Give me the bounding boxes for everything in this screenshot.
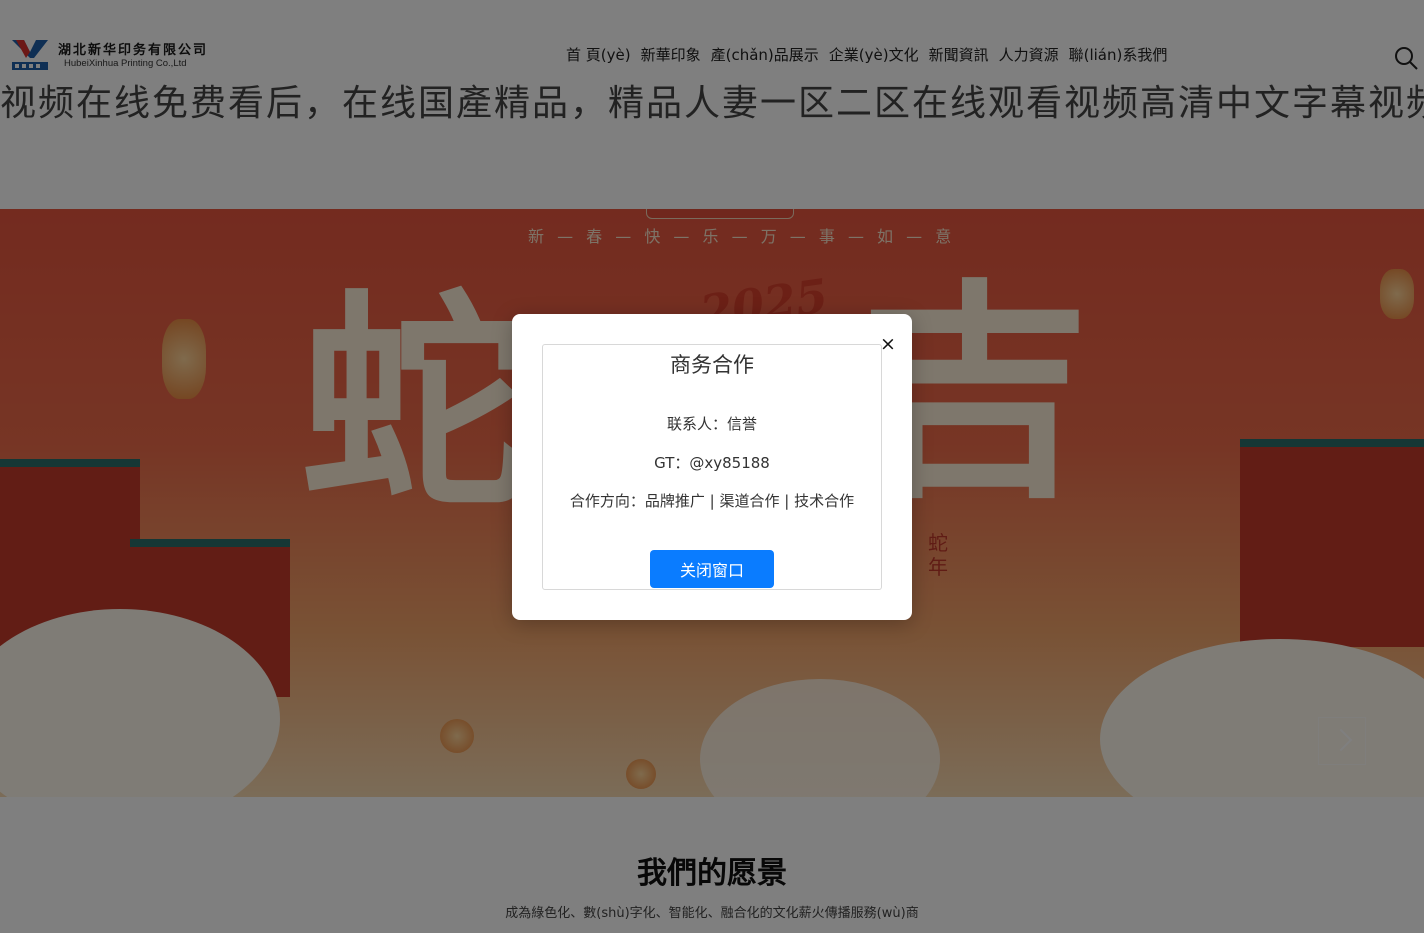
modal-gt-handle: GT：@xy85188	[654, 454, 770, 472]
modal-title: 商务合作	[670, 353, 754, 377]
business-cooperation-modal: × 商务合作 联系人：信誉 GT：@xy85188 合作方向：品牌推广 | 渠道…	[512, 314, 912, 620]
modal-cooperation-direction: 合作方向：品牌推广 | 渠道合作 | 技术合作	[569, 492, 855, 510]
close-window-button[interactable]: 关闭窗口	[650, 550, 774, 588]
modal-content-box: 商务合作 联系人：信誉 GT：@xy85188 合作方向：品牌推广 | 渠道合作…	[542, 344, 882, 590]
modal-contact: 联系人：信誉	[666, 415, 757, 433]
